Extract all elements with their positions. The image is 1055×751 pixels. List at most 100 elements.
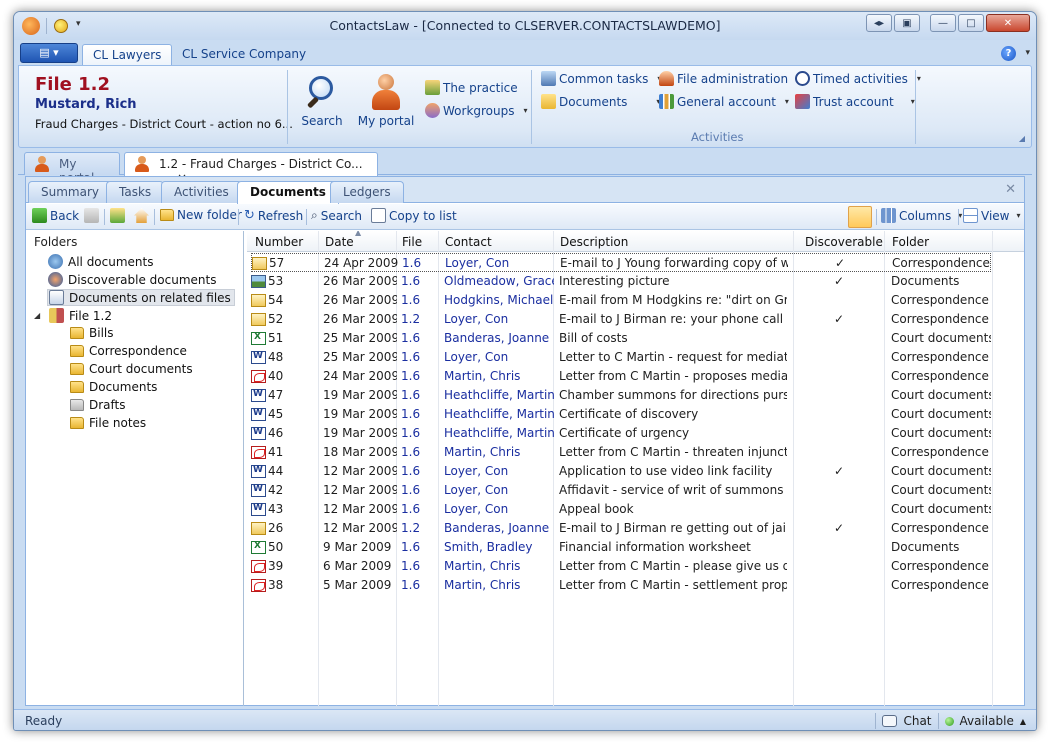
help-icon[interactable]: ? — [1001, 46, 1016, 61]
column-header-date[interactable]: Date — [325, 235, 354, 249]
presence-label[interactable]: Available — [960, 714, 1014, 728]
ribbon-tab-cl-service-company[interactable]: CL Service Company — [172, 44, 316, 65]
contact-cell[interactable]: Loyer, Con — [444, 502, 554, 516]
folder-related-files[interactable]: Documents on related files — [47, 289, 235, 306]
file-administration-button[interactable]: File administration ▾ — [659, 71, 801, 86]
file-cell[interactable]: 1.6 — [401, 445, 431, 459]
chat-icon[interactable] — [882, 715, 898, 727]
contact-cell[interactable]: Oldmeadow, Grace — [444, 274, 554, 288]
column-header-number[interactable]: Number — [255, 235, 303, 249]
folder-file-notes[interactable]: File notes — [70, 416, 146, 430]
file-cell[interactable]: 1.6 — [401, 331, 431, 345]
folder-all-documents[interactable]: All documents — [48, 254, 154, 269]
table-row[interactable]: 57 24 Apr 2009 1.6 Loyer, Con E-mail to J Yo… — [251, 253, 991, 272]
table-row[interactable]: 43 12 Mar 2009 1.6 Loyer, Con Appeal book Cou… — [251, 500, 991, 519]
chat-label[interactable]: Chat — [903, 714, 931, 728]
maximize-button[interactable]: □ — [958, 14, 984, 32]
common-tasks-button[interactable]: Common tasks ▾ — [541, 71, 661, 86]
contact-cell[interactable]: Loyer, Con — [444, 483, 554, 497]
doc-tab-matter[interactable]: 1.2 - Fraud Charges - District Co... × — [124, 152, 378, 185]
contact-cell[interactable]: Martin, Chris — [444, 578, 554, 592]
contact-cell[interactable]: Martin, Chris — [444, 369, 554, 383]
documents-button[interactable]: Documents ▾ — [541, 94, 660, 109]
presence-dropdown-icon[interactable]: ▲ — [1020, 717, 1026, 726]
table-row[interactable]: 52 26 Mar 2009 1.2 Loyer, Con E-mail to J Bi… — [251, 310, 991, 329]
column-header-description[interactable]: Description — [560, 235, 628, 249]
back-button[interactable]: Back — [32, 208, 79, 223]
home-button[interactable] — [134, 208, 149, 223]
minimize-button[interactable]: — — [930, 14, 956, 32]
search-button[interactable]: Search — [299, 74, 345, 128]
contact-cell[interactable]: Heathcliffe, Martin — [444, 407, 554, 421]
workgroups-button[interactable]: Workgroups ▾ — [425, 103, 528, 118]
tab-documents[interactable]: Documents — [237, 181, 339, 204]
the-practice-button[interactable]: The practice — [425, 80, 518, 95]
file-cell[interactable]: 1.6 — [401, 350, 431, 364]
file-cell[interactable]: 1.6 — [401, 578, 431, 592]
close-panel-icon[interactable]: ✕ — [1005, 182, 1016, 197]
column-header-folder[interactable]: Folder — [892, 235, 929, 249]
table-row[interactable]: 47 19 Mar 2009 1.6 Heathcliffe, Martin Chamb… — [251, 386, 991, 405]
file-cell[interactable]: 1.2 — [401, 521, 431, 535]
toolbar-search-button[interactable]: ⌕ Search — [311, 208, 362, 223]
trust-account-button[interactable]: Trust account ▾ — [795, 94, 915, 109]
contact-cell[interactable]: Heathcliffe, Martin — [444, 388, 554, 402]
columns-button[interactable]: Columns ▾ — [881, 208, 962, 223]
contact-cell[interactable]: Hodgkins, Michael — [444, 293, 554, 307]
timed-activities-button[interactable]: Timed activities ▾ — [795, 71, 921, 86]
table-row[interactable]: 50 9 Mar 2009 1.6 Smith, Bradley Financial i… — [251, 538, 991, 557]
contact-cell[interactable]: Martin, Chris — [444, 445, 554, 459]
doc-tab-my-portal[interactable]: My portal — [24, 152, 120, 185]
contact-cell[interactable]: Loyer, Con — [444, 312, 554, 326]
folder-discoverable-documents[interactable]: Discoverable documents — [48, 272, 216, 287]
table-row[interactable]: 41 18 Mar 2009 1.6 Martin, Chris Letter from… — [251, 443, 991, 462]
table-row[interactable]: 48 25 Mar 2009 1.6 Loyer, Con Letter to C Ma… — [251, 348, 991, 367]
file-cell[interactable]: 1.6 — [401, 426, 431, 440]
file-cell[interactable]: 1.6 — [401, 293, 431, 307]
folder-drafts[interactable]: Drafts — [70, 398, 126, 412]
file-cell[interactable]: 1.6 — [401, 502, 431, 516]
table-row[interactable]: 38 5 Mar 2009 1.6 Martin, Chris Letter from … — [251, 576, 991, 595]
file-cell[interactable]: 1.6 — [401, 274, 431, 288]
file-cell[interactable]: 1.6 — [401, 388, 431, 402]
file-cell[interactable]: 1.6 — [401, 540, 431, 554]
contact-cell[interactable]: Banderas, Joanne — [444, 331, 554, 345]
table-row[interactable]: 51 25 Mar 2009 1.6 Banderas, Joanne Bill of … — [251, 329, 991, 348]
my-portal-button[interactable]: My portal — [357, 74, 415, 128]
close-button[interactable]: ✕ — [986, 14, 1030, 32]
folder-bills[interactable]: Bills — [70, 326, 114, 340]
file-cell[interactable]: 1.6 — [401, 464, 431, 478]
contact-cell[interactable]: Loyer, Con — [445, 256, 555, 270]
dialog-launcher-icon[interactable]: ◢ — [1019, 134, 1025, 143]
view-button[interactable]: View ▾ — [963, 208, 1021, 223]
file-cell[interactable]: 1.6 — [401, 369, 431, 383]
contact-cell[interactable]: Martin, Chris — [444, 559, 554, 573]
tab-tasks[interactable]: Tasks — [106, 181, 165, 203]
contact-cell[interactable]: Heathcliffe, Martin — [444, 426, 554, 440]
up-folder-button[interactable] — [110, 208, 125, 223]
general-account-button[interactable]: General account ▾ — [659, 94, 789, 109]
file-cell[interactable]: 1.6 — [401, 559, 431, 573]
tab-summary[interactable]: Summary — [28, 181, 112, 203]
table-row[interactable]: 44 12 Mar 2009 1.6 Loyer, Con Application to… — [251, 462, 991, 481]
table-row[interactable]: 26 12 Mar 2009 1.2 Banderas, Joanne E-mail t… — [251, 519, 991, 538]
column-header-contact[interactable]: Contact — [445, 235, 492, 249]
column-header-discoverable[interactable]: Discoverable — [805, 235, 883, 249]
folder-correspondence[interactable]: Correspondence — [70, 344, 187, 358]
table-row[interactable]: 53 26 Mar 2009 1.6 Oldmeadow, Grace Interest… — [251, 272, 991, 291]
table-row[interactable]: 45 19 Mar 2009 1.6 Heathcliffe, Martin Certi… — [251, 405, 991, 424]
column-header-file[interactable]: File — [402, 235, 422, 249]
new-folder-button[interactable]: New folder — [160, 208, 242, 222]
contact-cell[interactable]: Loyer, Con — [444, 350, 554, 364]
folder-court-documents[interactable]: Court documents — [70, 362, 193, 376]
table-row[interactable]: 42 12 Mar 2009 1.6 Loyer, Con Affidavit - se… — [251, 481, 991, 500]
window-mode-icon[interactable]: ▣ — [894, 14, 920, 32]
file-cell[interactable]: 1.6 — [402, 256, 432, 270]
table-row[interactable]: 40 24 Mar 2009 1.6 Martin, Chris Letter from… — [251, 367, 991, 386]
contact-cell[interactable]: Banderas, Joanne — [444, 521, 554, 535]
forward-button[interactable] — [84, 208, 99, 223]
table-row[interactable]: 39 6 Mar 2009 1.6 Martin, Chris Letter from … — [251, 557, 991, 576]
details-view-toggle[interactable] — [848, 206, 872, 228]
folder-file-node[interactable]: ◢ File 1.2 — [34, 308, 112, 323]
tab-activities[interactable]: Activities — [161, 181, 242, 203]
